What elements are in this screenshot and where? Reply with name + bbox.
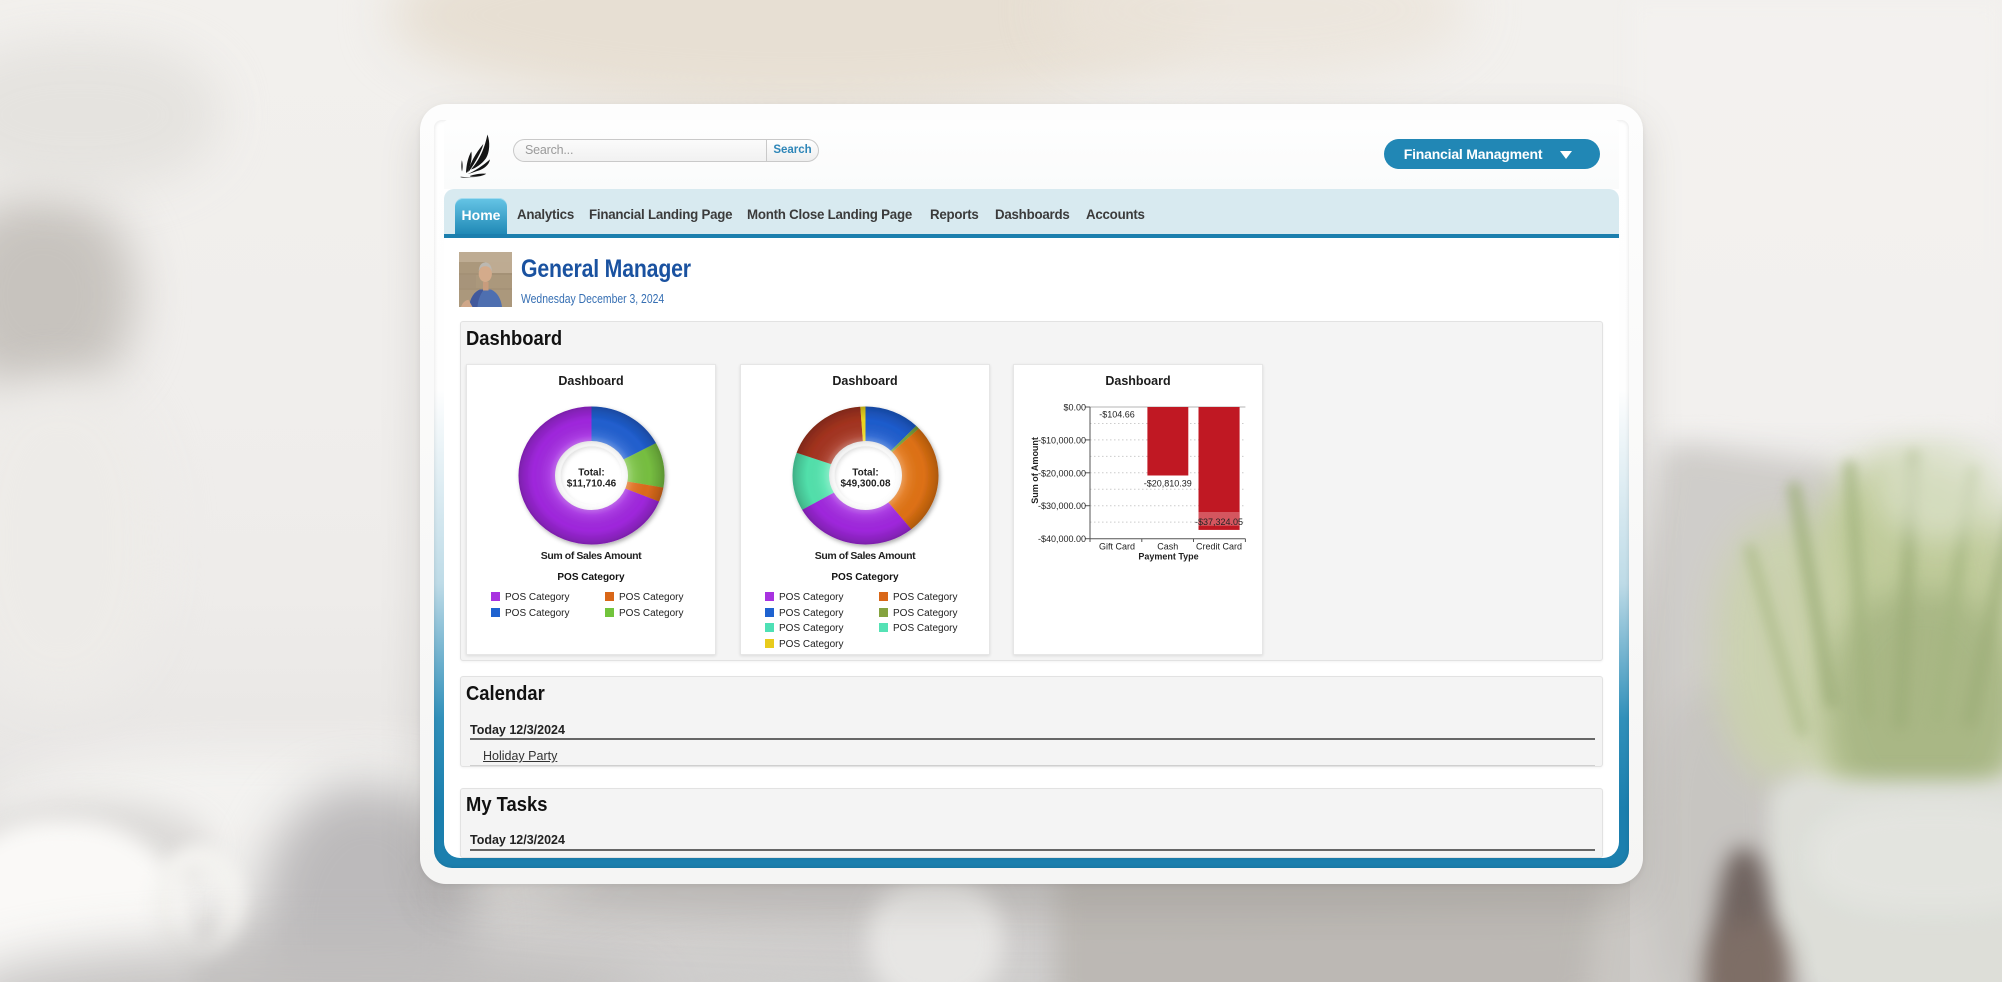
svg-text:-$40,000.00: -$40,000.00 bbox=[1038, 534, 1086, 544]
svg-text:-$30,000.00: -$30,000.00 bbox=[1038, 501, 1086, 511]
svg-text:Total:: Total: bbox=[852, 468, 878, 479]
svg-text:Credit Card: Credit Card bbox=[1196, 542, 1242, 552]
svg-text:$49,300.08: $49,300.08 bbox=[840, 479, 890, 490]
svg-text:-$20,810.39: -$20,810.39 bbox=[1144, 479, 1192, 489]
svg-text:$0.00: $0.00 bbox=[1063, 403, 1086, 413]
svg-text:Payment Type: Payment Type bbox=[1138, 552, 1198, 562]
svg-text:$11,710.46: $11,710.46 bbox=[567, 479, 617, 490]
svg-text:Cash: Cash bbox=[1157, 542, 1178, 552]
svg-text:-$37,324.05: -$37,324.05 bbox=[1195, 517, 1243, 527]
svg-text:-$10,000.00: -$10,000.00 bbox=[1038, 435, 1086, 445]
svg-text:Total:: Total: bbox=[578, 468, 604, 479]
svg-text:Gift Card: Gift Card bbox=[1099, 542, 1135, 552]
svg-text:Sum of Amount: Sum of Amount bbox=[1030, 437, 1040, 504]
svg-text:-$104.66: -$104.66 bbox=[1099, 410, 1135, 420]
svg-text:-$20,000.00: -$20,000.00 bbox=[1038, 468, 1086, 478]
